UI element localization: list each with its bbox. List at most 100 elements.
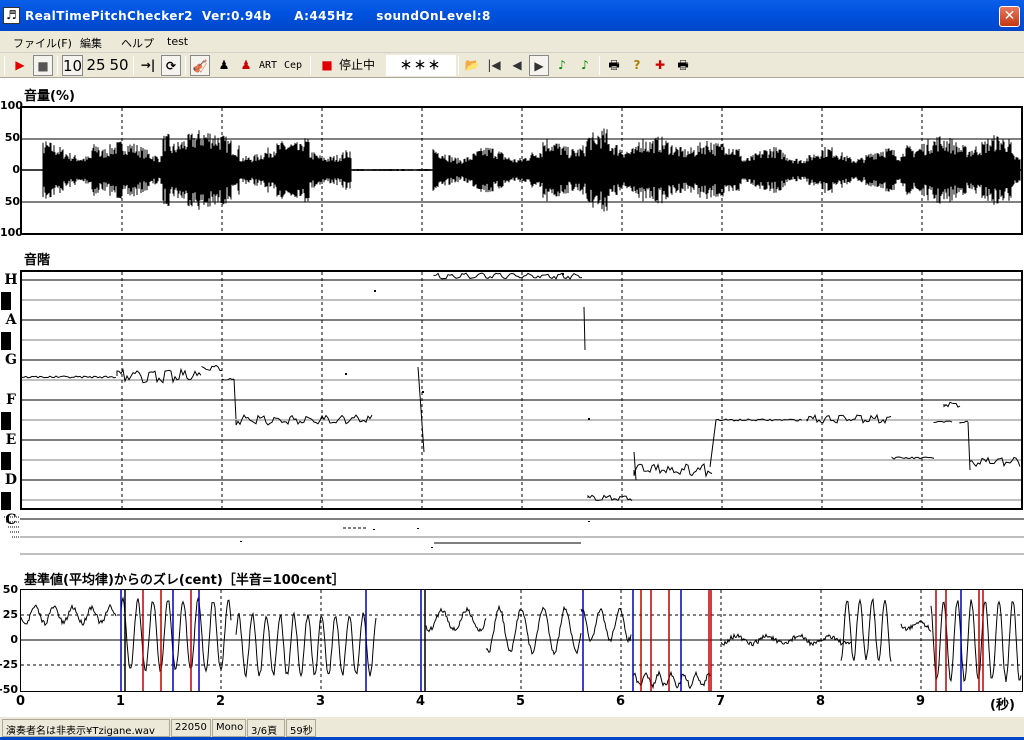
cent-trace	[900, 620, 932, 632]
volume-ytick-50-top: 50	[4, 131, 20, 144]
pitch-segment	[221, 377, 235, 381]
jump-icon[interactable]: →|	[138, 55, 158, 76]
chart-area: 音量(%) 100 50 0 50 100 音階 HAGFEDC 基準値(平均律…	[0, 79, 1024, 716]
pitch-segment	[943, 401, 961, 408]
cent-trace	[632, 670, 711, 690]
pitch-segment	[891, 456, 935, 460]
note-green-icon-2[interactable]: ♪	[575, 55, 595, 76]
strip-dot	[431, 547, 433, 548]
pitch-jump	[967, 421, 971, 471]
marker-icon[interactable]: ✚	[650, 55, 670, 76]
pitch-jump	[583, 306, 586, 351]
black-key	[1, 292, 11, 310]
cent-deviation-trace	[21, 590, 1022, 691]
pitch-dot	[345, 373, 347, 375]
octave-strip	[0, 513, 1024, 557]
note-label-A: A	[5, 312, 17, 328]
pitch-segment	[806, 413, 892, 425]
time-axis-unit: (秒)	[990, 698, 1015, 713]
volume-ytick-50-bottom: 50	[4, 195, 20, 208]
playback-status: 停止中	[339, 58, 376, 72]
strip-dot	[373, 529, 375, 530]
violin-icon[interactable]: ♬	[3, 7, 20, 24]
pitch-segment	[433, 272, 583, 280]
pitch-segment	[959, 420, 969, 424]
volume-waveform-panel[interactable]	[20, 106, 1023, 235]
pitch-trace	[22, 272, 1021, 508]
pitch-dot	[588, 418, 590, 420]
menu-edit[interactable]: 編集	[80, 35, 102, 51]
strip-dot	[240, 541, 242, 542]
cent-trace	[580, 607, 632, 644]
time-tick-8: 8	[816, 694, 826, 709]
person-red-icon[interactable]: ♟	[236, 55, 256, 76]
cent-ytick-25: 25	[2, 608, 18, 621]
note-green-icon[interactable]: ♪	[552, 55, 572, 76]
cent-ytick-50: 50	[2, 583, 18, 596]
black-key	[1, 492, 11, 510]
cent-trace	[930, 599, 1022, 683]
strip-dot	[417, 528, 419, 529]
time-tick-6: 6	[616, 694, 626, 709]
title-bar: ♬ RealTimePitchChecker2 Ver:0.94b A:445H…	[0, 0, 1024, 31]
time-tick-7: 7	[716, 694, 726, 709]
time-tick-4: 4	[416, 694, 426, 709]
help-icon[interactable]: ?	[627, 55, 647, 76]
cent-ytick-0: 0	[10, 633, 18, 646]
black-key	[1, 452, 11, 470]
open-folder-icon[interactable]: 📂	[462, 55, 482, 76]
art-button[interactable]: ART	[258, 55, 278, 76]
play-button[interactable]: ▶	[10, 55, 30, 76]
status-page: 3/6頁	[247, 719, 285, 737]
time-tick-5: 5	[516, 694, 526, 709]
cep-button[interactable]: Cep	[283, 55, 303, 76]
speed-10-button[interactable]: 10	[62, 55, 84, 76]
scale-panel-label: 音階	[24, 253, 51, 268]
first-page-icon[interactable]: |◀	[484, 55, 504, 76]
note-label-E: E	[5, 432, 17, 448]
pitch-jump	[233, 378, 237, 420]
menu-help[interactable]: ヘルプ	[121, 35, 154, 51]
menu-file[interactable]: ファイル(F)	[13, 35, 72, 51]
violin-button[interactable]: 🎻	[190, 55, 210, 76]
print-icon[interactable]: 🖶	[604, 55, 624, 76]
status-duration: 59秒	[286, 719, 316, 737]
prev-page-icon[interactable]: ◀	[507, 55, 527, 76]
time-tick-9: 9	[916, 694, 926, 709]
black-key	[1, 332, 11, 350]
pitch-segment	[116, 367, 202, 384]
scale-panel[interactable]	[20, 270, 1023, 510]
time-tick-2: 2	[216, 694, 226, 709]
cent-deviation-panel[interactable]	[20, 589, 1023, 692]
note-label-H: H	[4, 272, 18, 288]
strip-dot	[588, 521, 590, 522]
cent-trace	[235, 611, 377, 679]
speed-25-button[interactable]: 25	[86, 55, 106, 76]
print-icon-2[interactable]: 🖶	[673, 55, 693, 76]
menu-test[interactable]: test	[167, 35, 188, 48]
stop-button[interactable]: ■	[33, 55, 53, 76]
menu-bar: ファイル(F) 編集 ヘルプ test	[0, 31, 1024, 53]
time-tick-3: 3	[316, 694, 326, 709]
volume-ytick-100-top: 100	[0, 99, 23, 112]
record-stop-icon[interactable]: ■	[317, 55, 337, 76]
cent-trace	[425, 606, 487, 633]
note-display: ＊＊＊	[386, 55, 456, 76]
pitch-dot	[562, 273, 564, 275]
time-tick-1: 1	[116, 694, 126, 709]
pitch-segment	[969, 456, 1021, 468]
cent-trace	[120, 596, 232, 673]
pitch-dot	[374, 290, 376, 292]
loop-icon[interactable]: ⟳	[161, 55, 181, 76]
pitch-dot	[422, 391, 424, 393]
next-page-icon[interactable]: ▶	[529, 55, 549, 76]
speed-50-button[interactable]: 50	[109, 55, 129, 76]
status-file: 演奏者名は非表示¥Tzigane.wav	[2, 719, 170, 737]
pitch-segment	[933, 420, 953, 423]
note-label-F: F	[6, 392, 16, 408]
pitch-segment	[22, 375, 117, 379]
person-black-icon[interactable]: ♟	[214, 55, 234, 76]
volume-ytick-100-bottom: 100	[0, 226, 23, 239]
close-button[interactable]: ✕	[999, 6, 1020, 27]
cent-panel-label: 基準値(平均律)からのズレ(cent)［半音=100cent］	[24, 573, 345, 588]
